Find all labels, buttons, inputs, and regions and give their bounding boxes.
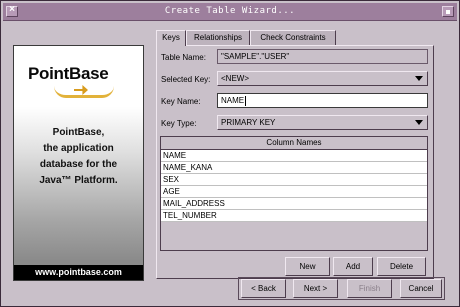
new-key-button[interactable]: New — [285, 257, 330, 276]
table-row[interactable]: NAME — [161, 150, 427, 162]
key-type-value: PRIMARY KEY — [221, 118, 276, 127]
table-row[interactable]: MAIL_ADDRESS — [161, 198, 427, 210]
pointbase-banner: PointBase PointBase, the application dat… — [13, 45, 144, 281]
selected-key-value: <NEW> — [221, 74, 250, 83]
key-name-value: NAME — [221, 96, 245, 105]
create-table-wizard-window: × Create Table Wizard... PointBase Point… — [0, 0, 460, 307]
delete-key-button[interactable]: Delete — [377, 257, 426, 276]
tab-keys[interactable]: Keys — [156, 30, 186, 46]
table-row[interactable]: TEL_NUMBER — [161, 210, 427, 222]
table-row[interactable]: NAME_KANA — [161, 162, 427, 174]
pointbase-logo: PointBase — [28, 64, 109, 83]
banner-url: www.pointbase.com — [14, 265, 143, 280]
tagline-line: PointBase, — [52, 127, 105, 138]
key-type-dropdown[interactable]: PRIMARY KEY — [217, 115, 428, 130]
table-name-field: "SAMPLE"."USER" — [217, 49, 428, 64]
minimize-button[interactable] — [442, 6, 454, 17]
key-name-label: Key Name: — [161, 97, 201, 106]
key-name-input[interactable]: NAME — [217, 93, 428, 108]
tab-relationships[interactable]: Relationships — [186, 30, 250, 45]
tagline-line: the application — [43, 143, 114, 154]
tab-check-constraints[interactable]: Check Constraints — [250, 30, 336, 45]
back-button[interactable]: < Back — [241, 279, 286, 298]
chevron-down-icon — [415, 76, 423, 81]
chevron-down-icon — [415, 120, 423, 125]
banner-tagline: PointBase, the application database for … — [14, 125, 143, 189]
table-row[interactable]: SEX — [161, 174, 427, 186]
table-row[interactable]: AGE — [161, 186, 427, 198]
selected-key-dropdown[interactable]: <NEW> — [217, 71, 428, 86]
tagline-line: database for the — [39, 159, 118, 170]
window-title: Create Table Wizard... — [164, 6, 296, 16]
tagline-line: Java™ Platform. — [39, 175, 118, 186]
add-key-button[interactable]: Add — [333, 257, 373, 276]
cancel-button[interactable]: Cancel — [400, 279, 442, 298]
table-name-label: Table Name: — [161, 53, 206, 62]
finish-button[interactable]: Finish — [347, 279, 392, 298]
title-bar[interactable]: × Create Table Wizard... — [3, 3, 457, 21]
next-button[interactable]: Next > — [293, 279, 338, 298]
text-cursor-icon — [245, 95, 247, 106]
column-names-list: NAME NAME_KANA SEX AGE MAIL_ADDRESS TEL_… — [161, 150, 427, 222]
column-names-header[interactable]: Column Names — [161, 137, 427, 150]
selected-key-label: Selected Key: — [161, 75, 211, 84]
column-names-table[interactable]: Column Names NAME NAME_KANA SEX AGE MAIL… — [160, 136, 428, 251]
minimize-icon — [446, 10, 450, 14]
key-type-label: Key Type: — [161, 119, 197, 128]
